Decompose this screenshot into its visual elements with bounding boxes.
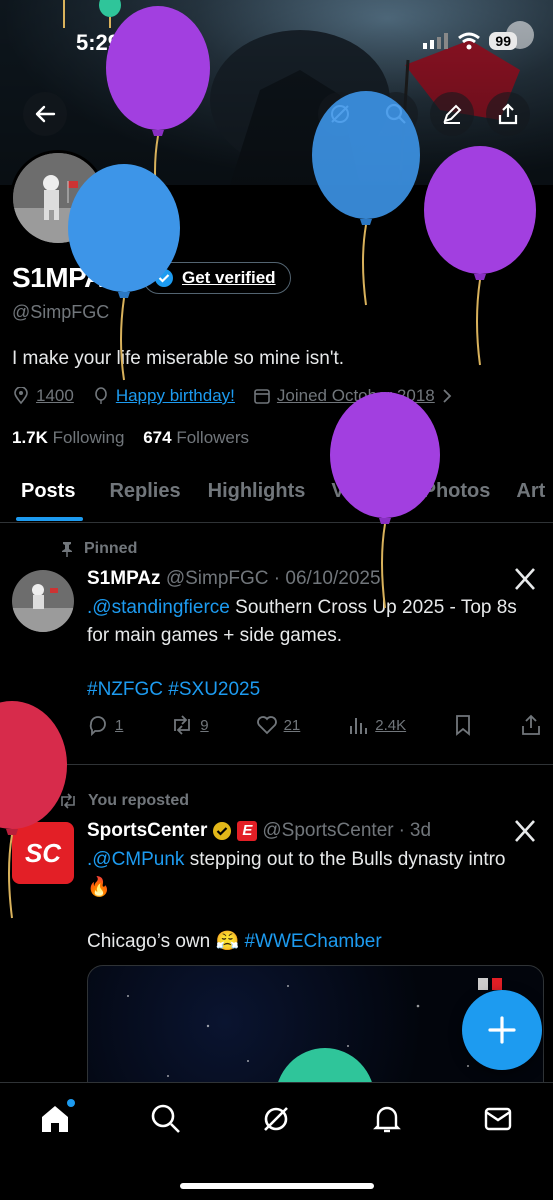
compose-post-button[interactable]	[462, 990, 542, 1070]
home-icon	[42, 1106, 69, 1132]
mail-icon	[484, 1107, 511, 1131]
nav-search[interactable]	[150, 1103, 182, 1200]
blue-balloon-left	[68, 164, 180, 381]
purple-balloon-center	[330, 392, 440, 609]
nav-home[interactable]	[39, 1099, 76, 1200]
search-icon	[151, 1104, 180, 1133]
birthday-balloons-overlay	[0, 0, 536, 1100]
nav-notifications[interactable]	[371, 1103, 403, 1200]
red-balloon	[0, 701, 67, 919]
nav-messages[interactable]	[482, 1103, 514, 1200]
home-notification-dot	[67, 1099, 76, 1107]
plus-icon	[488, 1016, 516, 1044]
blue-balloon-right	[312, 91, 420, 306]
bell-icon	[373, 1106, 401, 1133]
green-balloon-top	[63, 0, 121, 28]
purple-balloon-right	[424, 146, 536, 366]
home-indicator	[180, 1183, 374, 1189]
grok-icon	[264, 1107, 289, 1131]
